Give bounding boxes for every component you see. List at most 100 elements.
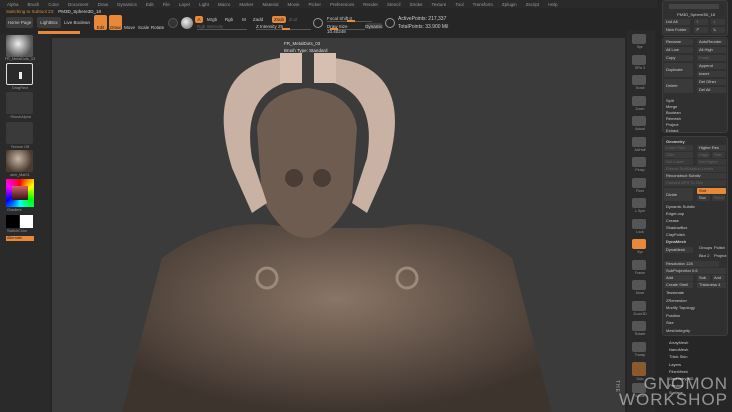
edgeloop-button[interactable]: EdgeLoop: [666, 211, 684, 216]
xyz-icon[interactable]: [632, 239, 646, 249]
menu-layer[interactable]: Layer: [179, 2, 190, 7]
live-boolean-button[interactable]: Live Boolean: [63, 17, 91, 28]
and-control[interactable]: And: [712, 275, 725, 281]
del-all-button[interactable]: Del All: [697, 87, 726, 93]
convert-bpr-button[interactable]: Convert BPR To Geo: [664, 180, 726, 186]
zcut-button[interactable]: Zcut: [288, 16, 298, 23]
blur-control[interactable]: Blur 2: [697, 253, 711, 259]
position-button[interactable]: Position: [666, 313, 680, 318]
menu-color[interactable]: Color: [48, 2, 59, 7]
split-button[interactable]: Split: [666, 98, 674, 103]
zoom-icon[interactable]: [632, 95, 646, 106]
menu-thick-skin[interactable]: Thick Skin: [669, 354, 687, 359]
menu-movie[interactable]: Movie: [287, 2, 299, 7]
menu-macro[interactable]: Macro: [218, 2, 231, 7]
delete-button[interactable]: Delete: [664, 79, 693, 93]
boolean-button[interactable]: Boolean: [666, 110, 681, 115]
floor-icon[interactable]: [632, 177, 646, 188]
tessimate-button[interactable]: Tessimate: [666, 290, 684, 295]
menu-stroke[interactable]: Stroke: [410, 2, 423, 7]
lock-icon[interactable]: [632, 218, 646, 229]
spix-3-icon[interactable]: [632, 54, 646, 65]
viewport-canvas[interactable]: FR_MetalDots_03 Brush Type: Standard: [52, 38, 625, 412]
color-picker[interactable]: [6, 179, 34, 207]
menu-zscript[interactable]: Zscript: [526, 2, 540, 7]
menu-file[interactable]: File: [163, 2, 170, 7]
modify-topology-button[interactable]: Modify Topology: [666, 305, 695, 310]
duplicate-button[interactable]: Duplicate: [664, 63, 693, 77]
zadd-button[interactable]: Zadd: [252, 16, 264, 23]
rgb-button[interactable]: Rgb: [223, 16, 235, 23]
move-button[interactable]: Move: [124, 17, 135, 30]
shadowbox-button[interactable]: ShadowBox: [666, 225, 687, 230]
all-low-button[interactable]: All Low: [664, 47, 693, 53]
rstr-button[interactable]: Rstr: [712, 152, 725, 158]
menu-light[interactable]: Light: [199, 2, 209, 7]
append-button[interactable]: Append: [697, 63, 726, 69]
claypolish-button[interactable]: ClayPolish: [666, 232, 685, 237]
bpr-icon[interactable]: [632, 34, 646, 44]
z-intensity-slider[interactable]: Z Intensity 25: [256, 24, 311, 30]
menu-alpha[interactable]: Alpha: [7, 2, 19, 7]
material-sphere-icon[interactable]: [168, 18, 178, 28]
m-button[interactable]: M: [240, 16, 248, 23]
dynamesh-control[interactable]: DynaMesh: [664, 247, 693, 253]
menu-brush[interactable]: Brush: [28, 2, 40, 7]
alpha-thumbnail[interactable]: [6, 92, 33, 114]
focal-shift-slider[interactable]: Focal Shift 0: [327, 16, 372, 22]
project-control[interactable]: Project: [712, 253, 726, 259]
paste-button[interactable]: Paste: [697, 55, 726, 61]
zsub-button[interactable]: Zsub: [272, 16, 286, 23]
persp-icon[interactable]: [632, 157, 646, 167]
menu-stencil[interactable]: Stencil: [387, 2, 401, 7]
cage-button[interactable]: Cage: [697, 152, 710, 158]
dynamic-button[interactable]: Dynamic: [365, 23, 383, 29]
menu-marker[interactable]: Marker: [239, 2, 253, 7]
higher-res-button[interactable]: Higher Res: [697, 145, 726, 151]
main-color-swatch[interactable]: [6, 215, 19, 228]
draw-size-slider[interactable]: Draw Size 10.40248: [327, 24, 365, 34]
merge-button[interactable]: Merge: [666, 104, 677, 109]
move-icon[interactable]: [632, 280, 646, 290]
copy-button[interactable]: Copy: [664, 55, 693, 61]
all-high-button[interactable]: All High: [697, 47, 726, 53]
dynamic-subdiv-button[interactable]: Dynamic Subdiv: [666, 204, 695, 209]
l-sym-icon[interactable]: [632, 198, 646, 208]
groups-control[interactable]: Groups: [697, 245, 712, 251]
reconstruct-button[interactable]: Reconstruct Subdiv: [664, 173, 726, 179]
menu-picker[interactable]: Picker: [308, 2, 321, 7]
draw-button[interactable]: Draw: [109, 15, 122, 30]
mrgb-button[interactable]: Mrgb: [205, 16, 219, 23]
lower-res-button[interactable]: Lower Res: [664, 145, 693, 151]
extract-button[interactable]: Extract: [666, 128, 678, 133]
polish-control[interactable]: Polish: [712, 245, 726, 251]
meshintegrity-button[interactable]: MeshIntegrity: [666, 328, 690, 333]
aahalf-icon[interactable]: [632, 136, 646, 147]
menu-layers[interactable]: Layers: [669, 362, 681, 367]
home-page-button[interactable]: Home Page: [6, 17, 33, 28]
rotate-button[interactable]: Rotate: [151, 17, 164, 30]
menu-dynamics[interactable]: Dynamics: [117, 2, 137, 7]
reuv-button[interactable]: ReUV: [712, 195, 725, 201]
new-folder-button[interactable]: New Folder: [664, 27, 690, 33]
del-lower-button[interactable]: Del Lower: [664, 159, 693, 165]
menu-transform[interactable]: Transform: [473, 2, 493, 7]
edit-button[interactable]: Edit: [94, 15, 107, 30]
menu-draw[interactable]: Draw: [98, 2, 109, 7]
zoom3d-icon[interactable]: [632, 300, 646, 311]
smt-button[interactable]: Smt: [697, 188, 726, 194]
zremesher-button[interactable]: ZRemesher: [666, 298, 687, 303]
rotate-icon[interactable]: [632, 321, 646, 331]
menu-texture[interactable]: Texture: [432, 2, 447, 7]
sub-control[interactable]: Sub: [697, 275, 710, 281]
secondary-color-swatch[interactable]: [20, 215, 33, 228]
material-thumbnail[interactable]: [6, 150, 33, 172]
menu-arraymesh[interactable]: ArrayMesh: [669, 340, 688, 345]
brush-thumbnail[interactable]: [6, 35, 33, 57]
list-all-button[interactable]: List All: [664, 19, 690, 25]
move-up-icon[interactable]: ↑: [694, 19, 708, 25]
menu-material[interactable]: Material: [262, 2, 278, 7]
sdiv-button[interactable]: SDiv: [664, 152, 693, 158]
project-button[interactable]: Project: [666, 122, 678, 127]
switch-color-button[interactable]: SwitchColor: [7, 229, 39, 233]
